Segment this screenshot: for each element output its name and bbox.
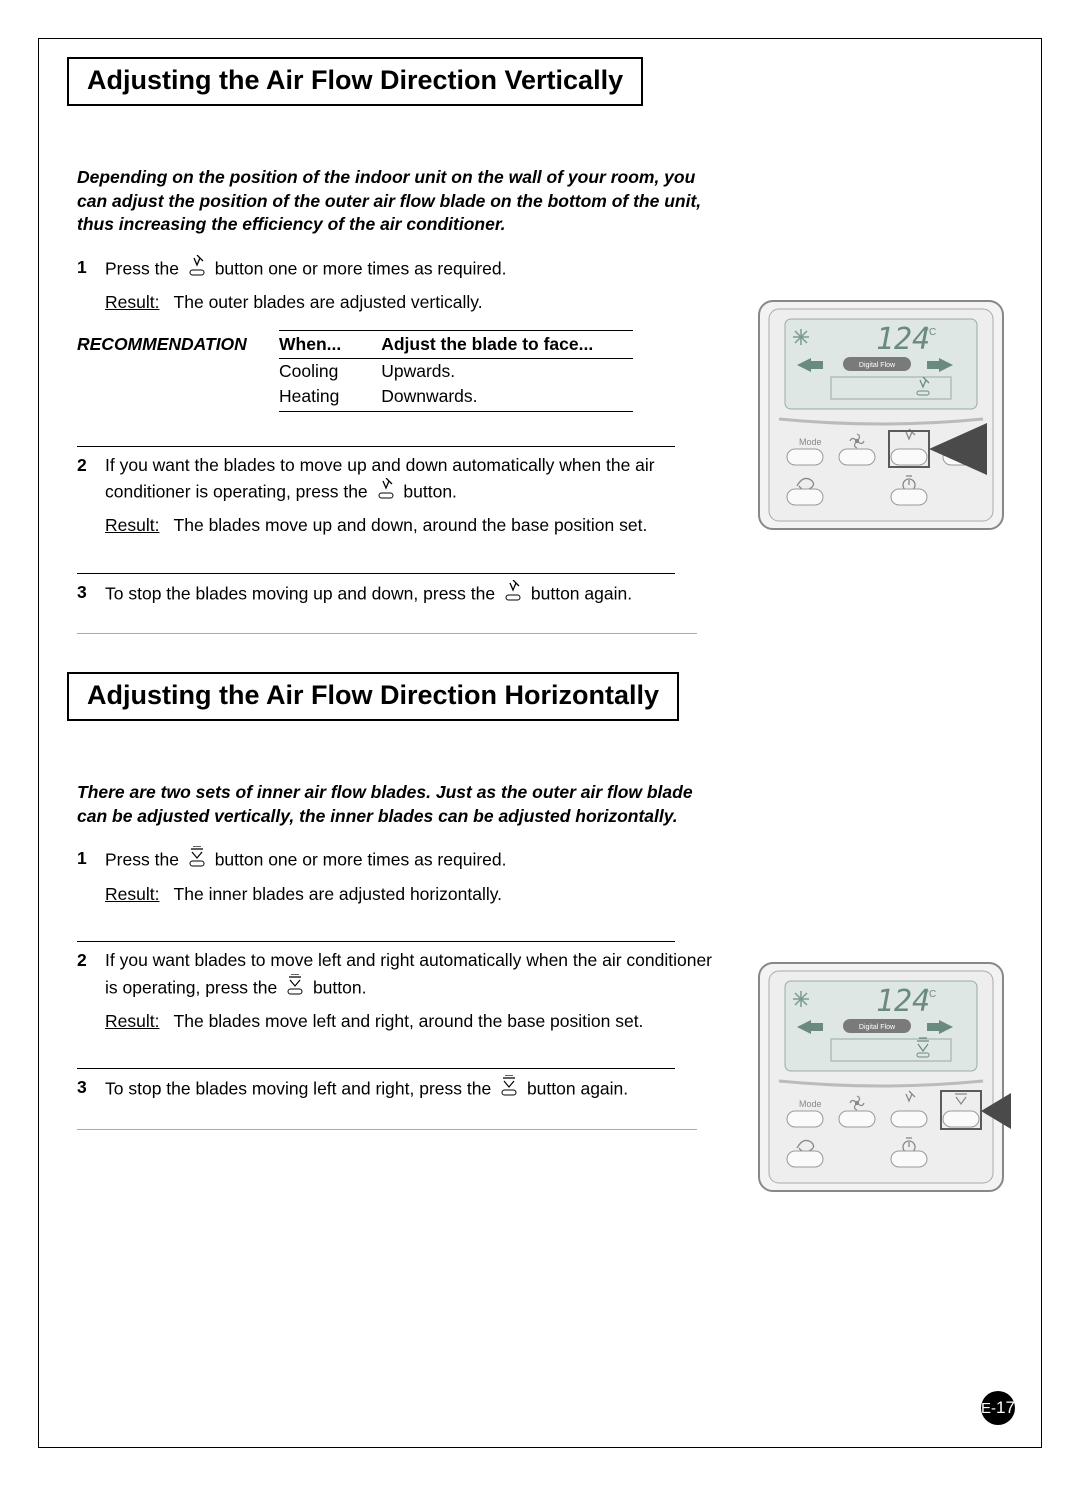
section1-title: Adjusting the Air Flow Direction Vertica… — [67, 57, 643, 106]
divider — [77, 573, 675, 574]
svg-text:Digital Flow: Digital Flow — [859, 1024, 896, 1031]
divider — [77, 1068, 675, 1069]
svg-text:Mode: Mode — [799, 1099, 822, 1109]
snowflake-icon — [793, 991, 809, 1007]
section2-step2: 2 If you want blades to move left and ri… — [77, 948, 717, 1034]
section2-intro: There are two sets of inner air flow bla… — [77, 781, 717, 828]
table-row: Heating Downwards. — [279, 384, 633, 412]
section2-content: There are two sets of inner air flow bla… — [77, 781, 717, 1130]
lcd-temperature: 124 — [876, 984, 930, 1019]
svg-text:°C: °C — [925, 989, 936, 1000]
lcd-temperature: 124 — [876, 322, 930, 357]
section1-content: Depending on the position of the indoor … — [77, 166, 717, 634]
section2-step3: 3 To stop the blades moving left and rig… — [77, 1075, 717, 1104]
remote-illustration-2: 124 °C Digital Flow Mode — [751, 957, 1011, 1202]
section1-step1: 1 Press the button one or more times as … — [77, 255, 717, 316]
manual-page: Adjusting the Air Flow Direction Vertica… — [38, 38, 1042, 1448]
vertical-swing-button-icon — [502, 580, 524, 609]
svg-text:Mode: Mode — [799, 437, 822, 447]
divider — [77, 446, 675, 447]
section1-step2: 2 If you want the blades to move up and … — [77, 453, 717, 539]
horizontal-swing-button-icon — [284, 974, 306, 1003]
rec-header-adjust: Adjust the blade to face... — [381, 330, 633, 358]
separator — [77, 1129, 697, 1130]
section1-intro: Depending on the position of the indoor … — [77, 166, 717, 237]
result-label: Result: — [105, 290, 169, 315]
rec-header-when: When... — [279, 330, 381, 358]
divider — [77, 941, 675, 942]
snowflake-icon — [793, 329, 809, 345]
horizontal-swing-button-icon — [186, 846, 208, 875]
remote-illustration-1: 124 °C Digital Flow Mode — [751, 295, 1011, 540]
recommendation-table: When... Adjust the blade to face... Cool… — [279, 330, 633, 412]
vertical-swing-button-icon — [375, 478, 397, 507]
separator — [77, 633, 697, 634]
section1-step3: 3 To stop the blades moving up and down,… — [77, 580, 717, 609]
page-number: E-17 — [981, 1391, 1015, 1425]
vertical-swing-button-icon — [186, 255, 208, 284]
section2-step1: 1 Press the button one or more times as … — [77, 846, 717, 907]
table-row: Cooling Upwards. — [279, 358, 633, 384]
svg-text:°C: °C — [925, 327, 936, 338]
horizontal-swing-button-icon — [498, 1075, 520, 1104]
section2-title: Adjusting the Air Flow Direction Horizon… — [67, 672, 679, 721]
svg-text:Digital Flow: Digital Flow — [859, 362, 896, 369]
recommendation-block: RECOMMENDATION When... Adjust the blade … — [77, 330, 717, 412]
